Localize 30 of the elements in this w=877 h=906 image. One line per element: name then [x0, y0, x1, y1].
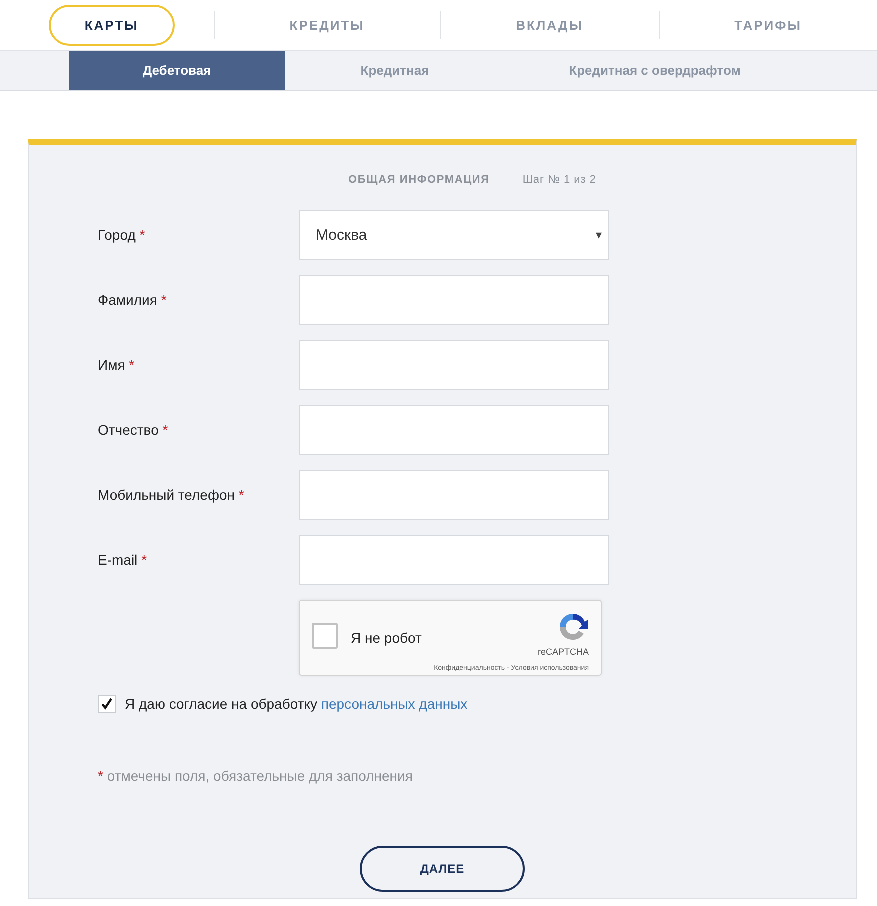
step-indicator: Шаг № 1 из 2 [522, 174, 596, 186]
nav-tab[interactable]: ВКЛАДЫ [441, 4, 659, 46]
captcha-label: Я не робот [351, 630, 422, 648]
field-label: Фамилия * [98, 292, 168, 308]
field-label: Мобильный телефон * [98, 487, 246, 503]
nav-tab[interactable]: КАРТЫ [49, 4, 175, 46]
field-label: Отчество * [98, 422, 170, 438]
consent-text: Я даю согласие на обработку персональных данных [125, 696, 468, 712]
personal-data-link[interactable]: персональных данных [321, 696, 468, 712]
city-select[interactable]: Москва ▾ [299, 210, 609, 260]
card-type-tab[interactable]: Дебетовая [69, 51, 285, 90]
input-field[interactable] [299, 535, 609, 585]
field-label: Город * [98, 227, 146, 243]
next-button[interactable]: ДАЛЕЕ [360, 846, 525, 892]
nav-tab[interactable]: КРЕДИТЫ [214, 4, 440, 46]
field-label: E-mail * [98, 552, 148, 568]
captcha-checkbox[interactable] [312, 623, 338, 649]
consent-checkbox[interactable] [98, 695, 116, 713]
input-field[interactable] [299, 405, 609, 455]
required-note: * отмечены поля, обязательные для заполнения [98, 768, 414, 784]
input-field[interactable] [299, 470, 609, 520]
field-label: Имя * [98, 357, 136, 373]
recaptcha-logo-icon [557, 611, 589, 643]
card-type-tab[interactable]: Кредитная с овердрафтом [505, 51, 805, 90]
input-field[interactable] [299, 275, 609, 325]
captcha-brand: reCAPTCHA [538, 647, 589, 657]
card-type-tab[interactable]: Кредитная [285, 51, 505, 90]
section-title: ОБЩАЯ ИНФОРМАЦИЯ [348, 174, 490, 186]
nav-tab[interactable]: ТАРИФЫ [660, 4, 877, 46]
input-field[interactable] [299, 340, 609, 390]
